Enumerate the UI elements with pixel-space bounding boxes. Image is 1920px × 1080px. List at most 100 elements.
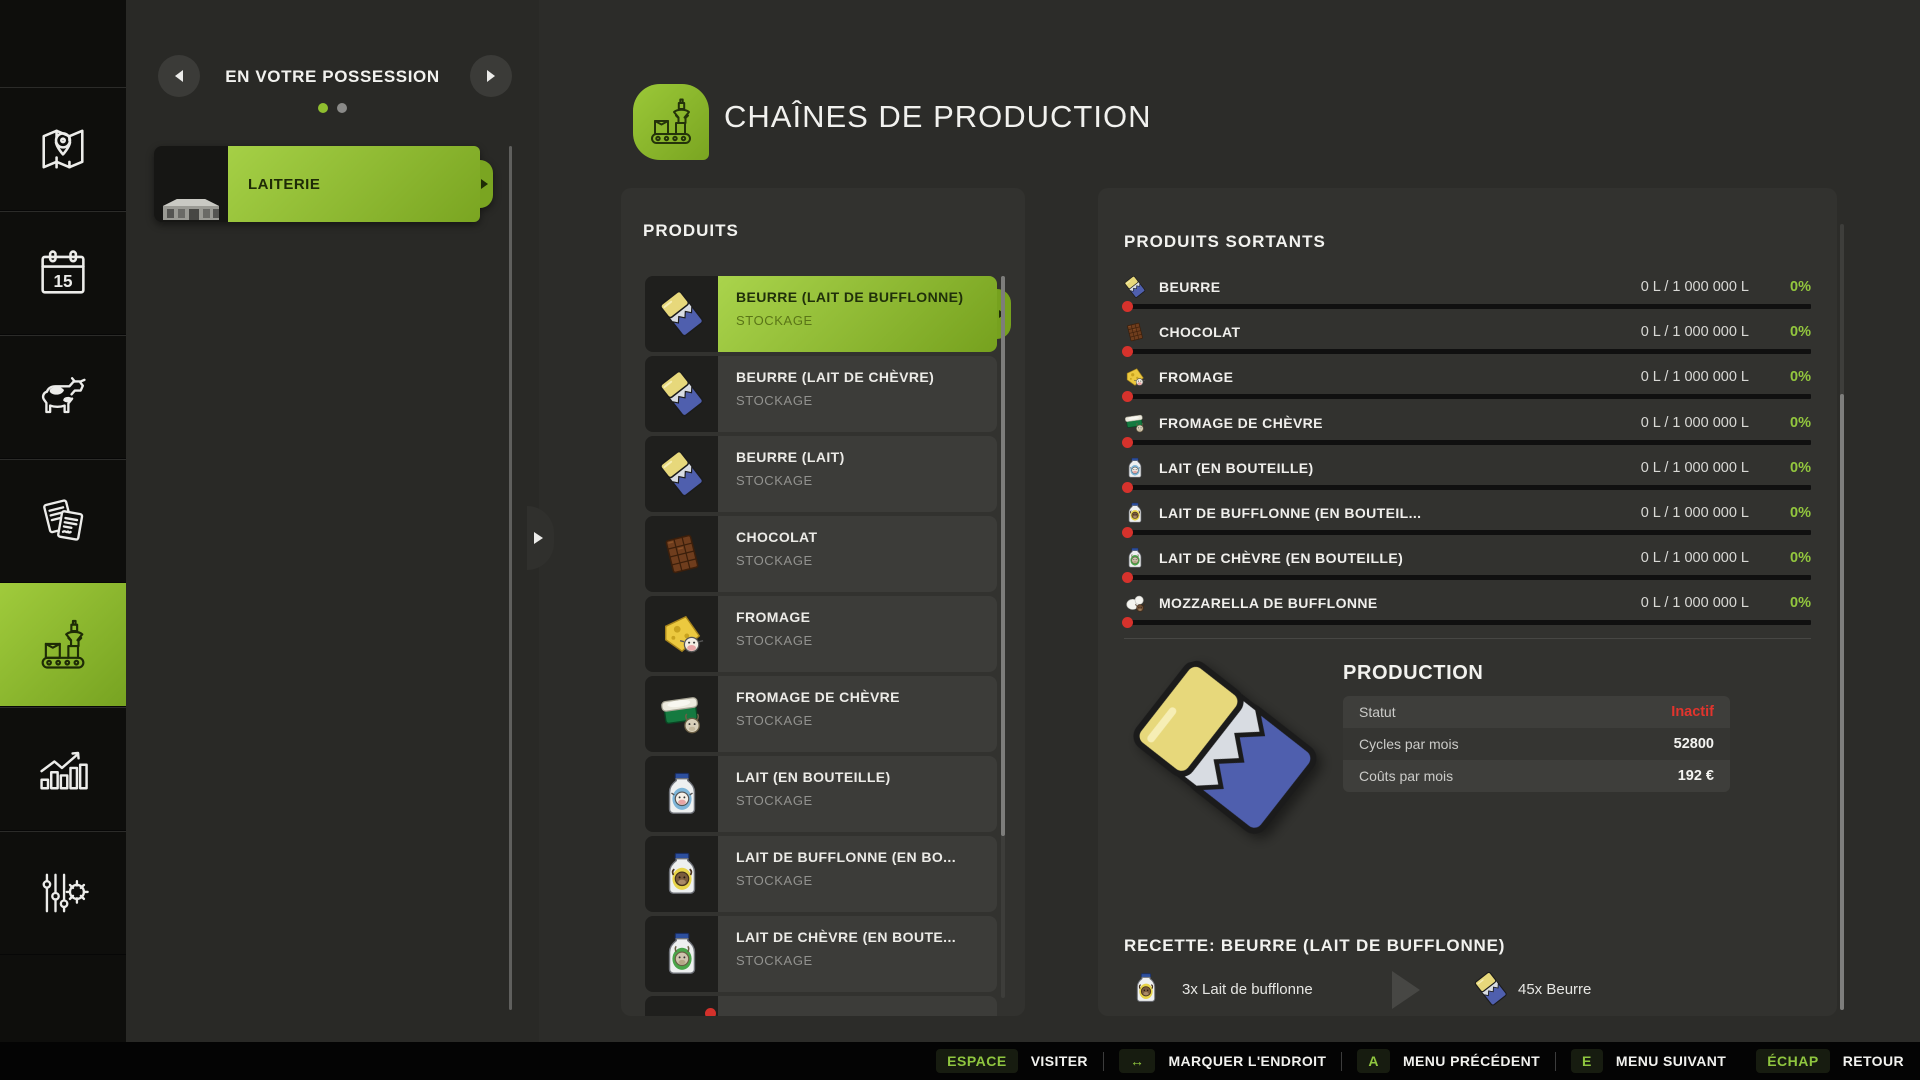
product-item[interactable]: LAIT DE BUFFLONNE (EN BO... STOCKAGE bbox=[645, 836, 997, 912]
recipe-input: 3x Lait de bufflonne bbox=[1182, 981, 1313, 998]
key-badge: E bbox=[1571, 1049, 1603, 1073]
outputs-panel-title: PRODUITS SORTANTS bbox=[1124, 232, 1326, 252]
product-item[interactable]: FROMAGE DE CHÈVRE STOCKAGE bbox=[645, 676, 997, 752]
fill-indicator-dot bbox=[1122, 572, 1133, 583]
recipe-row: 3x Lait de bufflonne 45x Beurre bbox=[1124, 970, 1811, 1014]
output-row: MOZZARELLA DE BUFFLONNE 0 L / 1 000 000 … bbox=[1124, 590, 1811, 635]
product-item[interactable]: BEURRE (LAIT DE CHÈVRE) STOCKAGE bbox=[645, 356, 997, 432]
output-row: BEURRE 0 L / 1 000 000 L 0% bbox=[1124, 274, 1811, 319]
possession-item-label-area: LAITERIE bbox=[228, 146, 480, 222]
production-chain-icon bbox=[643, 94, 699, 150]
keybind-mark-location[interactable]: ↔ MARQUER L'ENDROIT bbox=[1119, 1049, 1326, 1073]
possession-title: EN VOTRE POSSESSION bbox=[126, 67, 539, 87]
output-row: LAIT DE CHÈVRE (EN BOUTEILLE) 0 L / 1 00… bbox=[1124, 545, 1811, 590]
panel-collapse-handle[interactable] bbox=[527, 506, 554, 570]
status-value: Inactif bbox=[1671, 704, 1714, 720]
buffalo-milk-bottle-icon bbox=[1130, 972, 1162, 1009]
fill-indicator-dot bbox=[1122, 391, 1133, 402]
product-item[interactable]: FROMAGE STOCKAGE bbox=[645, 596, 997, 672]
possession-item-laiterie[interactable]: LAITERIE bbox=[154, 146, 480, 222]
table-row: Coûts par mois 192 € bbox=[1343, 760, 1730, 792]
fill-level-bar bbox=[1124, 530, 1811, 535]
product-item[interactable]: BEURRE (LAIT) STOCKAGE bbox=[645, 436, 997, 512]
divider bbox=[1555, 1052, 1556, 1071]
product-item[interactable]: CHOCOLAT STOCKAGE bbox=[645, 516, 997, 592]
fill-indicator-dot bbox=[1122, 527, 1133, 538]
production-chains-screen: 15 bbox=[0, 0, 1920, 1080]
sidebar-item-production-chains[interactable] bbox=[0, 583, 126, 706]
fill-level-bar bbox=[1124, 349, 1811, 354]
chevron-right-icon bbox=[534, 532, 549, 544]
product-item[interactable]: LAIT DE CHÈVRE (EN BOUTE... STOCKAGE bbox=[645, 916, 997, 992]
mozzarella-icon bbox=[645, 996, 718, 1016]
cheese-icon bbox=[645, 596, 718, 672]
fill-level-bar bbox=[1124, 575, 1811, 580]
selected-product-large-icon bbox=[1114, 636, 1338, 860]
calendar-icon: 15 bbox=[33, 243, 93, 303]
sidebar-item-map[interactable] bbox=[0, 87, 126, 210]
map-icon bbox=[33, 119, 93, 179]
product-item[interactable]: LAIT (EN BOUTEILLE) STOCKAGE bbox=[645, 756, 997, 832]
goat-cheese-icon bbox=[645, 676, 718, 752]
cheese-icon bbox=[1124, 366, 1146, 388]
product-item-selected[interactable]: BEURRE (LAIT DE BUFFLONNE) STOCKAGE bbox=[645, 276, 997, 352]
fill-indicator-dot bbox=[1122, 437, 1133, 448]
product-item-partial[interactable] bbox=[645, 996, 997, 1016]
pagination-dot[interactable] bbox=[337, 103, 347, 113]
output-row: CHOCOLAT 0 L / 1 000 000 L 0% bbox=[1124, 319, 1811, 364]
keybind-next-menu[interactable]: E MENU SUIVANT bbox=[1571, 1049, 1726, 1073]
sidebar-item-contracts[interactable] bbox=[0, 459, 126, 582]
milk-bottle-icon bbox=[645, 756, 718, 832]
output-row: FROMAGE 0 L / 1 000 000 L 0% bbox=[1124, 364, 1811, 409]
keybind-back[interactable]: ÉCHAP RETOUR bbox=[1756, 1049, 1904, 1073]
production-section-title: PRODUCTION bbox=[1343, 662, 1483, 685]
fill-indicator-dot bbox=[1122, 301, 1133, 312]
chocolate-icon bbox=[1124, 321, 1146, 343]
item-arrow-tab bbox=[480, 160, 493, 208]
fill-level-bar bbox=[1124, 440, 1811, 445]
sidebar-item-calendar[interactable]: 15 bbox=[0, 211, 126, 334]
sidebar: 15 bbox=[0, 0, 126, 1042]
possession-scrollbar[interactable] bbox=[509, 146, 512, 1010]
key-badge: ÉCHAP bbox=[1756, 1049, 1830, 1073]
mozzarella-icon bbox=[1124, 592, 1146, 614]
output-rows: BEURRE 0 L / 1 000 000 L 0% CHOCOLAT 0 L… bbox=[1124, 274, 1811, 636]
keybind-visit[interactable]: ESPACE VISITER bbox=[936, 1049, 1088, 1073]
recipe-output: 45x Beurre bbox=[1518, 981, 1591, 998]
divider bbox=[1124, 638, 1811, 639]
key-badge-arrows-icon: ↔ bbox=[1119, 1049, 1156, 1073]
milk-bottle-icon bbox=[1124, 457, 1146, 479]
keybind-previous-menu[interactable]: A MENU PRÉCÉDENT bbox=[1357, 1049, 1540, 1073]
dairy-building-image bbox=[159, 192, 223, 222]
key-badge: ESPACE bbox=[936, 1049, 1018, 1073]
output-row: LAIT DE BUFFLONNE (EN BOUTEIL... 0 L / 1… bbox=[1124, 500, 1811, 545]
goat-milk-bottle-icon bbox=[1124, 547, 1146, 569]
pagination-dot-active[interactable] bbox=[318, 103, 328, 113]
sidebar-item-prices[interactable] bbox=[0, 831, 126, 954]
chocolate-icon bbox=[645, 516, 718, 592]
table-row: Cycles par mois 52800 bbox=[1343, 728, 1730, 760]
products-scrollbar[interactable] bbox=[1001, 276, 1005, 998]
fill-indicator-dot bbox=[1122, 346, 1133, 357]
outputs-panel: PRODUITS SORTANTS BEURRE 0 L / 1 000 000… bbox=[1098, 188, 1837, 1016]
sidebar-item-animals[interactable] bbox=[0, 335, 126, 458]
product-list: BEURRE (LAIT DE BUFFLONNE) STOCKAGE BEUR… bbox=[645, 276, 997, 1016]
production-chain-icon bbox=[33, 615, 93, 675]
page-icon-badge bbox=[633, 84, 709, 160]
products-panel-title: PRODUITS bbox=[643, 221, 739, 241]
sidebar-item-statistics[interactable] bbox=[0, 707, 126, 830]
buffalo-milk-bottle-icon bbox=[645, 836, 718, 912]
output-row: LAIT (EN BOUTEILLE) 0 L / 1 000 000 L 0% bbox=[1124, 455, 1811, 500]
statistics-icon bbox=[33, 739, 93, 799]
fill-level-bar bbox=[1124, 620, 1811, 625]
products-panel: PRODUITS BEURRE (LAIT DE BUFFLONNE) STOC… bbox=[621, 188, 1025, 1016]
key-badge: A bbox=[1357, 1049, 1390, 1073]
production-status-table: Statut Inactif Cycles par mois 52800 Coû… bbox=[1343, 696, 1730, 792]
fill-level-bar bbox=[1124, 304, 1811, 309]
sidebar-spacer bbox=[0, 0, 126, 87]
keybind-bar: ESPACE VISITER ↔ MARQUER L'ENDROIT A MEN… bbox=[0, 1042, 1920, 1080]
outputs-scrollbar[interactable] bbox=[1840, 224, 1844, 1010]
play-arrow-icon bbox=[1392, 971, 1439, 1009]
fill-level-bar bbox=[1124, 394, 1811, 399]
notification-dot bbox=[705, 1008, 716, 1016]
